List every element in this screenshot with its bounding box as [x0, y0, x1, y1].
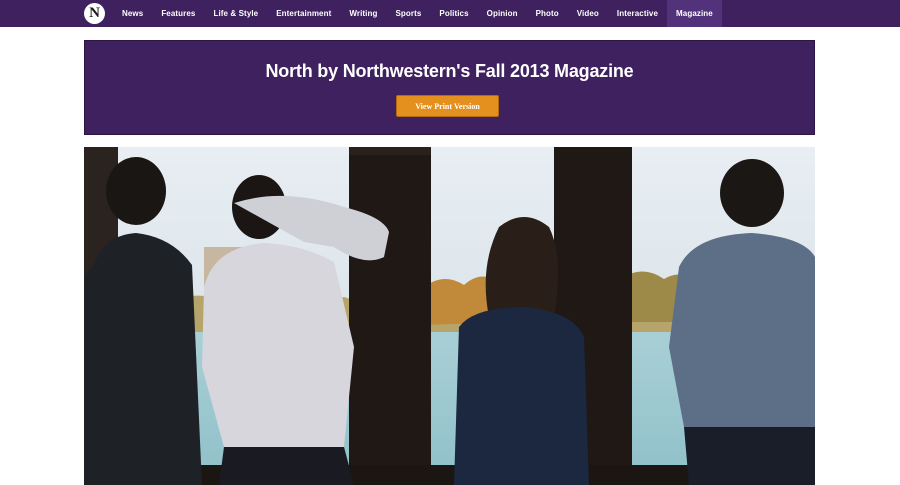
logo-letter: N [89, 5, 100, 21]
cover-photo [84, 147, 815, 485]
view-print-version-button[interactable]: View Print Version [396, 95, 499, 117]
nav-item-sports[interactable]: Sports [386, 0, 430, 27]
nav-item-politics[interactable]: Politics [430, 0, 477, 27]
nav-item-opinion[interactable]: Opinion [478, 0, 527, 27]
site-logo-icon[interactable]: N [84, 3, 105, 24]
nav-links: News Features Life & Style Entertainment… [113, 0, 722, 27]
nav-item-writing[interactable]: Writing [340, 0, 386, 27]
nav-item-entertainment[interactable]: Entertainment [267, 0, 340, 27]
cover-photo-image [84, 147, 815, 485]
magazine-banner: North by Northwestern's Fall 2013 Magazi… [84, 40, 815, 135]
top-navigation-bar: N News Features Life & Style Entertainme… [0, 0, 900, 27]
banner-title: North by Northwestern's Fall 2013 Magazi… [265, 61, 634, 81]
nav-item-video[interactable]: Video [568, 0, 608, 27]
nav-item-interactive[interactable]: Interactive [608, 0, 667, 27]
nav-item-magazine[interactable]: Magazine [667, 0, 722, 27]
nav-item-life-style[interactable]: Life & Style [204, 0, 267, 27]
nav-item-features[interactable]: Features [152, 0, 204, 27]
nav-item-photo[interactable]: Photo [527, 0, 568, 27]
nav-item-news[interactable]: News [113, 0, 152, 27]
